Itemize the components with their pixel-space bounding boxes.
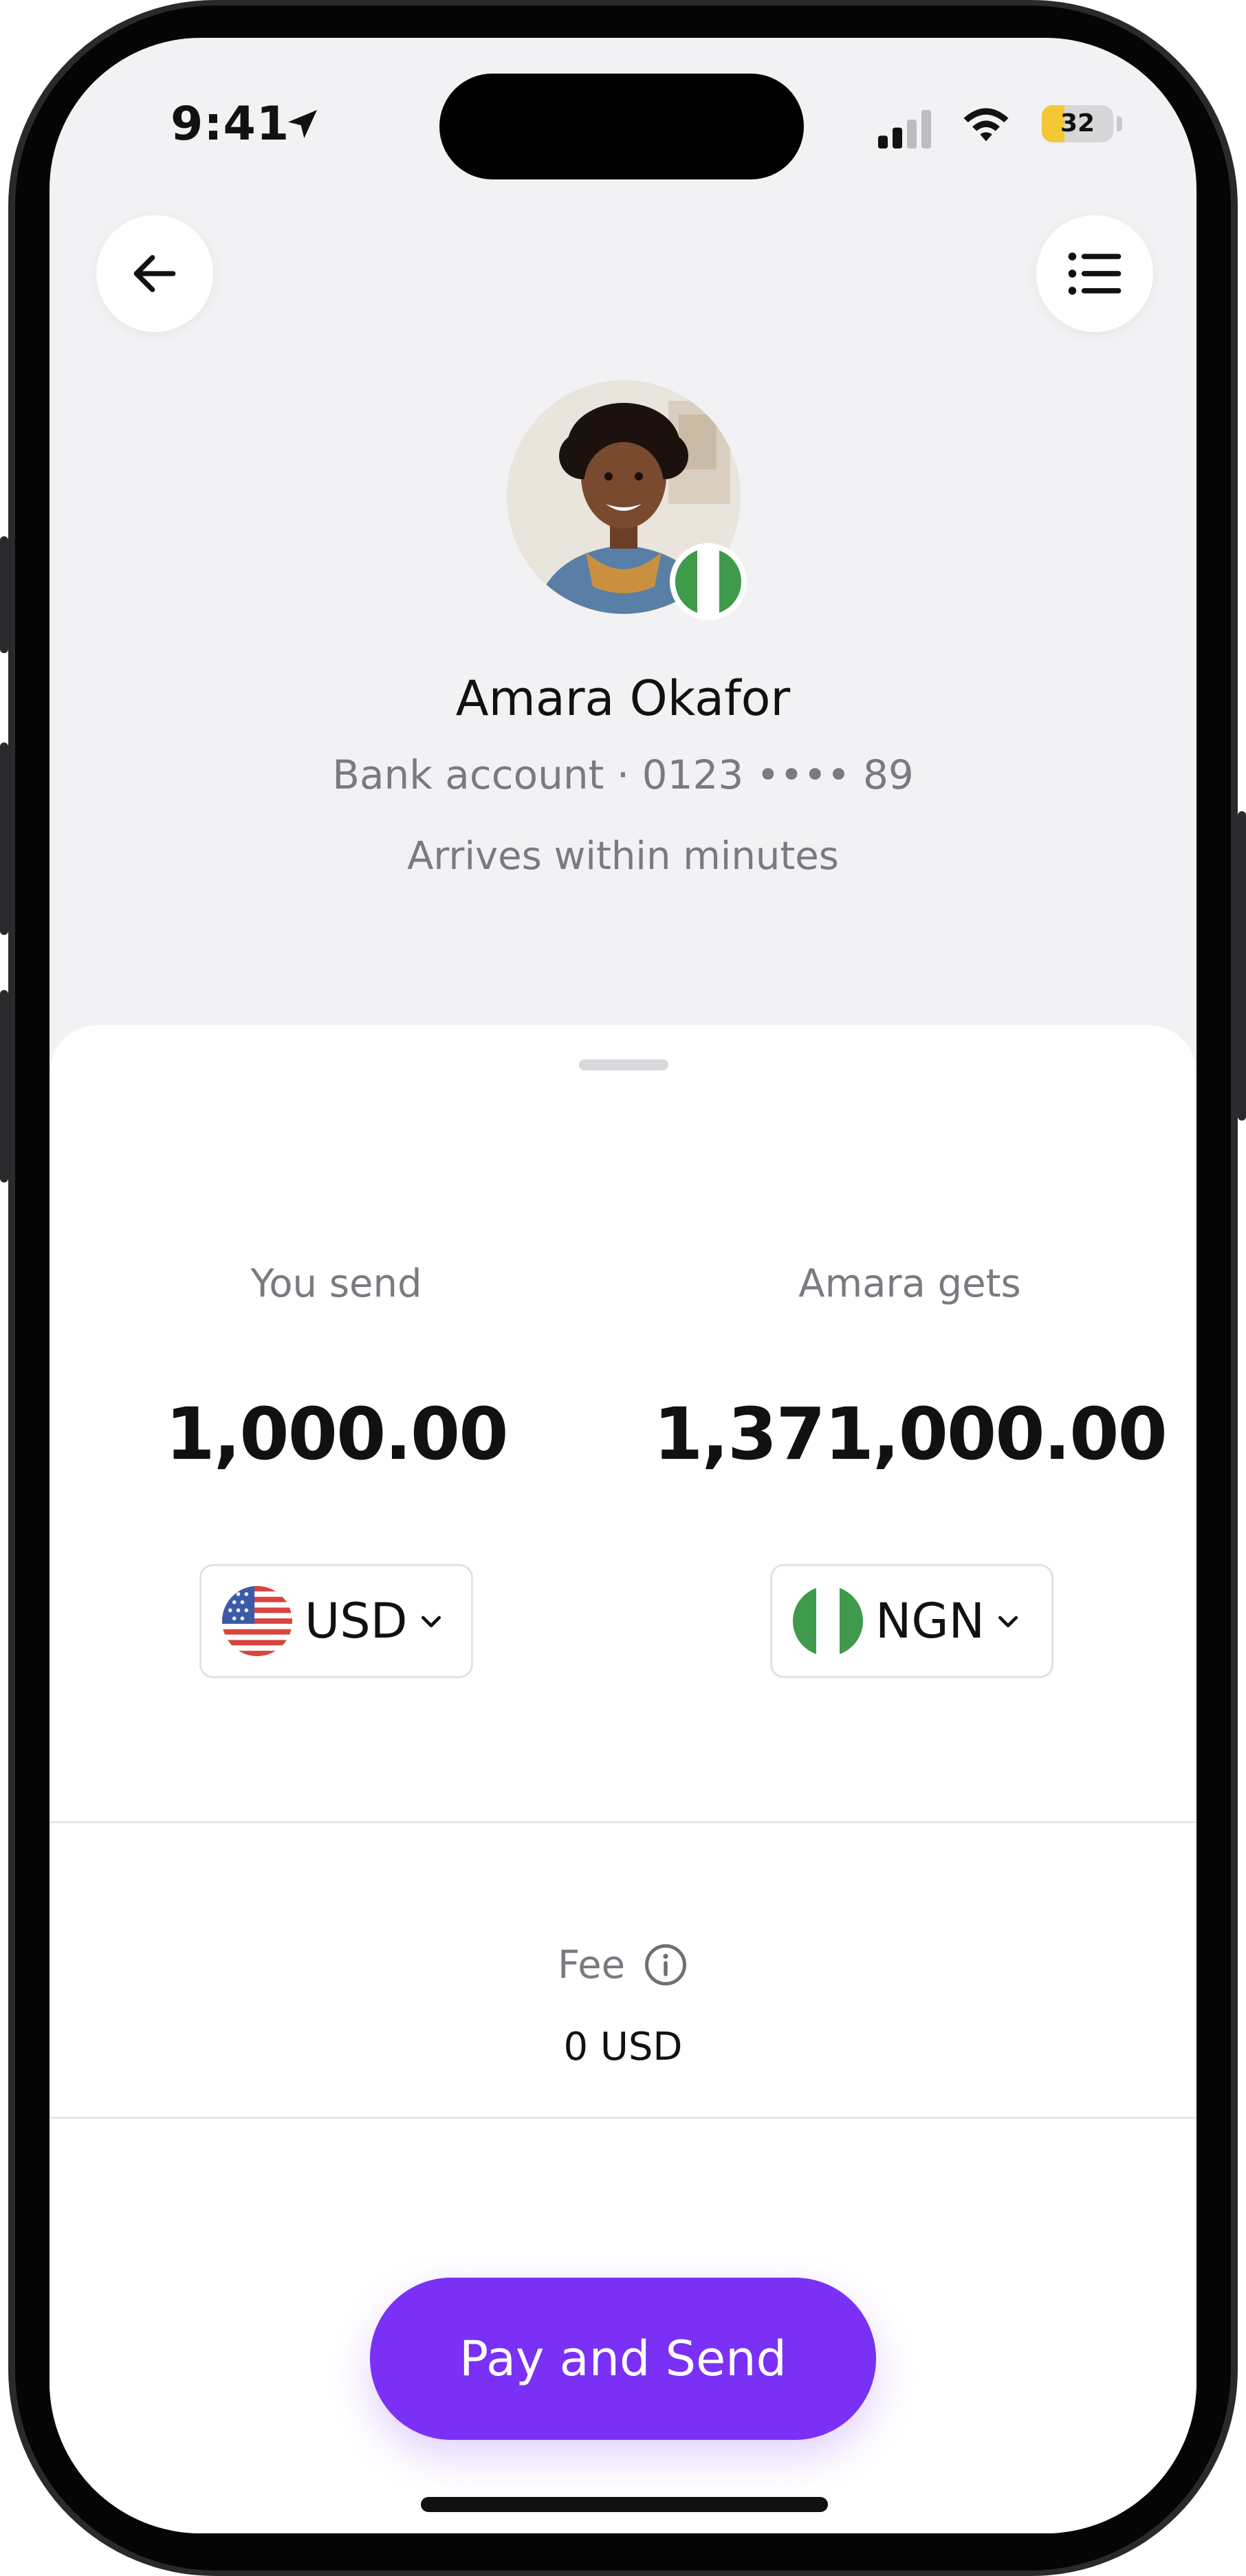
nigeria-flag-icon	[670, 543, 747, 620]
fee-value: 0 USD	[563, 2025, 683, 2069]
arrow-left-icon	[133, 255, 176, 292]
fee-label: Fee	[557, 1942, 626, 1988]
receive-currency-code: NGN	[875, 1593, 985, 1649]
battery-level: 32	[1060, 109, 1095, 137]
divider-top	[50, 1821, 1196, 1823]
status-time: 9:41	[171, 97, 290, 151]
arrival-estimate: Arrives within minutes	[407, 834, 839, 879]
cellular-signal-icon	[878, 110, 931, 148]
app-screen: 9:41 32 Amara Okafor Bank account · 0123…	[50, 38, 1196, 2533]
volume-down-button	[0, 990, 8, 1182]
battery-icon: 32	[1042, 105, 1113, 142]
power-button	[1238, 811, 1246, 1121]
receive-currency-select[interactable]: NGN	[770, 1564, 1053, 1678]
receive-label: Amara gets	[798, 1262, 1021, 1306]
send-label: You send	[250, 1262, 422, 1306]
dynamic-island	[439, 74, 804, 179]
recipient-name: Amara Okafor	[455, 670, 791, 727]
chevron-down-icon	[421, 1616, 441, 1627]
us-flag-icon	[222, 1586, 292, 1656]
receive-amount[interactable]: 1,371,000.00	[623, 1392, 1196, 1476]
fee-row: Fee	[50, 1942, 1196, 1988]
location-arrow-icon	[288, 110, 317, 138]
send-currency-select[interactable]: USD	[199, 1564, 473, 1678]
nigeria-flag-icon	[793, 1586, 863, 1656]
mute-switch	[0, 536, 8, 653]
pay-and-send-button[interactable]: Pay and Send	[370, 2278, 876, 2440]
send-currency-code: USD	[305, 1593, 408, 1649]
divider-bottom	[50, 2117, 1196, 2119]
home-indicator[interactable]	[421, 2497, 828, 2512]
sheet-grabber[interactable]	[579, 1059, 668, 1070]
wifi-icon	[963, 108, 1009, 142]
menu-button[interactable]	[1036, 215, 1153, 332]
back-button[interactable]	[96, 215, 213, 332]
send-amount[interactable]: 1,000.00	[50, 1392, 623, 1476]
info-icon[interactable]	[643, 1942, 688, 1988]
list-icon	[1068, 252, 1122, 295]
volume-up-button	[0, 742, 8, 935]
battery-nub	[1117, 116, 1122, 131]
chevron-down-icon	[998, 1616, 1018, 1627]
recipient-account: Bank account · 0123 •••• 89	[332, 751, 914, 798]
